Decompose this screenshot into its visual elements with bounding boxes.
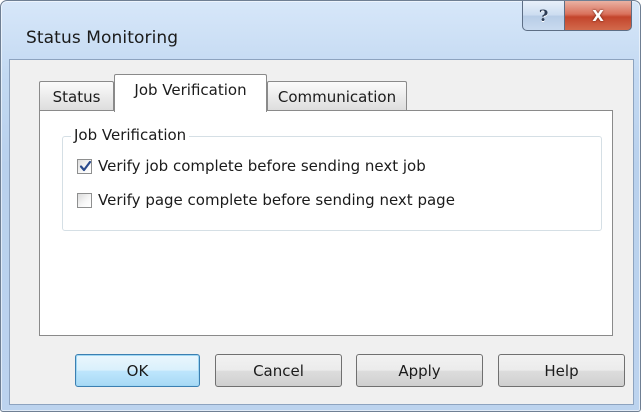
verify-page-option[interactable]: Verify page complete before sending next…: [77, 191, 455, 209]
checkmark-icon: [79, 160, 92, 171]
close-button[interactable]: X: [564, 1, 632, 31]
window-title: Status Monitoring: [26, 28, 179, 48]
help-button[interactable]: Help: [498, 354, 625, 387]
cancel-button[interactable]: Cancel: [215, 354, 342, 387]
verify-job-option[interactable]: Verify job complete before sending next …: [77, 157, 426, 175]
dialog-client-area: Status Job Verification Communication Jo…: [9, 59, 634, 405]
verify-job-checkbox[interactable]: [77, 158, 92, 174]
tab-communication[interactable]: Communication: [267, 81, 407, 111]
ok-button[interactable]: OK: [75, 354, 200, 387]
help-question-icon: ?: [538, 6, 549, 25]
tab-status[interactable]: Status: [39, 81, 114, 111]
caption-buttons: ? X: [522, 1, 632, 31]
tab-job-verification[interactable]: Job Verification: [114, 74, 267, 112]
tab-panel-job-verification: Job Verification Verify job complete bef…: [39, 110, 613, 336]
dialog-window: Status Monitoring ? X Status Job Verific…: [0, 0, 641, 412]
apply-button[interactable]: Apply: [356, 354, 483, 387]
groupbox-legend: Job Verification: [71, 126, 190, 144]
close-x-icon: X: [592, 6, 604, 25]
verify-job-label: Verify job complete before sending next …: [98, 157, 426, 175]
verify-page-label: Verify page complete before sending next…: [98, 191, 455, 209]
job-verification-groupbox: Job Verification Verify job complete bef…: [62, 126, 602, 231]
verify-page-checkbox[interactable]: [77, 192, 92, 208]
help-caption-button[interactable]: ?: [522, 1, 564, 31]
